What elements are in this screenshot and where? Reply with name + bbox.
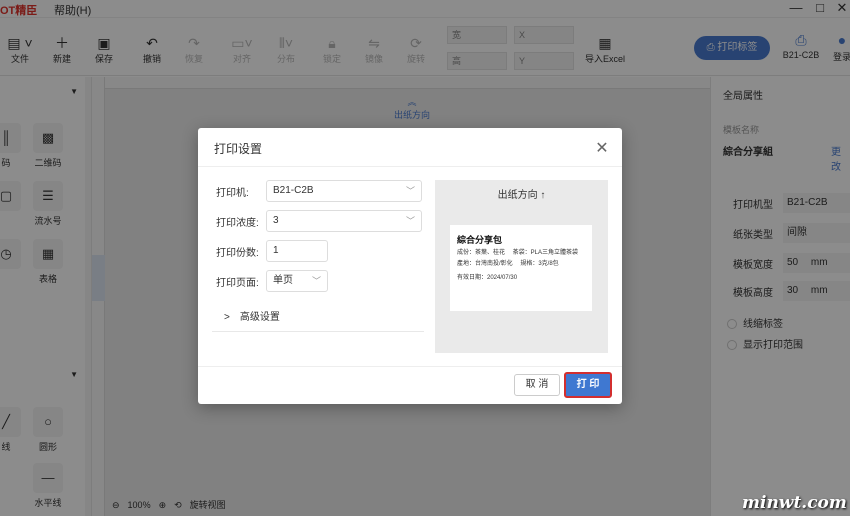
page-select[interactable]: 单页 ﹀ [266, 270, 328, 292]
close-icon[interactable]: ✕ [594, 138, 610, 158]
copies-label: 打印份数: [216, 248, 259, 259]
page-value: 单页 [273, 275, 293, 286]
printer-select[interactable]: B21-C2B ﹀ [266, 180, 422, 202]
label-title: 綜合分享包 [457, 235, 503, 245]
chevron-right-icon: > [224, 312, 230, 323]
label-preview-card: 綜合分享包 成份：茶葉、桂花 茶袋：PLA三角立體茶袋 產地：台灣南投/彰化 規… [450, 225, 592, 311]
copies-row: 打印份数: 1 [216, 240, 426, 262]
dialog-title: 打印设置 [214, 142, 263, 156]
label-line-1: 成份：茶葉、桂花 茶袋：PLA三角立體茶袋 [457, 250, 579, 256]
printer-label: 打印机: [216, 188, 249, 199]
page-label: 打印页面: [216, 278, 259, 289]
print-settings-dialog: 打印设置 ✕ 打印机: B21-C2B ﹀ 打印浓度: 3 ﹀ 打印份数: 1 打印… [198, 128, 622, 404]
divider [212, 331, 424, 332]
print-button[interactable]: 打 印 [564, 372, 612, 398]
print-preview: 出纸方向 ↑ 綜合分享包 成份：茶葉、桂花 茶袋：PLA三角立體茶袋 產地：台灣… [435, 180, 608, 353]
divider [198, 166, 622, 167]
label-line-2: 產地：台灣南投/彰化 規格：3克/8包 [457, 261, 559, 267]
copies-input[interactable]: 1 [266, 240, 328, 262]
density-label: 打印浓度: [216, 218, 259, 229]
advanced-settings-toggle[interactable]: > 高级设置 [224, 308, 280, 323]
chevron-down-icon: ﹀ [405, 186, 415, 196]
preview-direction: 出纸方向 ↑ [497, 190, 546, 201]
printer-row: 打印机: B21-C2B ﹀ [216, 180, 426, 202]
cancel-button[interactable]: 取 消 [514, 374, 560, 396]
chevron-down-icon: ﹀ [311, 276, 321, 286]
density-row: 打印浓度: 3 ﹀ [216, 210, 426, 232]
page-row: 打印页面: 单页 ﹀ [216, 270, 426, 292]
density-select[interactable]: 3 ﹀ [266, 210, 422, 232]
density-value: 3 [273, 215, 279, 226]
advanced-label: 高级设置 [239, 312, 280, 323]
label-line-3: 有效日期：2024/07/30 [457, 275, 518, 281]
printer-value: B21-C2B [273, 185, 314, 196]
chevron-down-icon: ﹀ [405, 216, 415, 226]
watermark: minwt.com [742, 493, 847, 513]
divider [198, 366, 622, 367]
